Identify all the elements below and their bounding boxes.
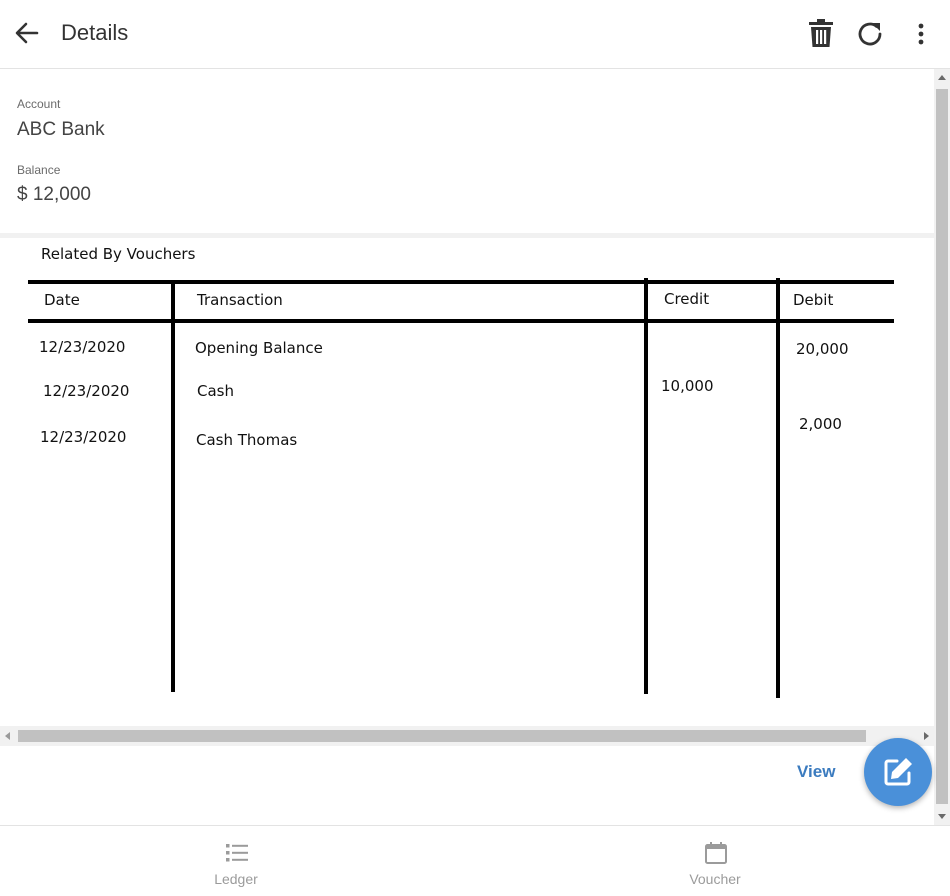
scroll-up-arrow[interactable] bbox=[938, 75, 946, 80]
page-title: Details bbox=[61, 20, 129, 45]
arrow-left-icon bbox=[15, 22, 39, 44]
list-icon bbox=[226, 844, 248, 862]
balance-label: Balance bbox=[17, 163, 61, 177]
app-bar: Details bbox=[0, 0, 950, 69]
row-3-transaction: Cash Thomas bbox=[196, 431, 298, 449]
row-2-date: 12/23/2020 bbox=[43, 382, 130, 400]
delete-button[interactable] bbox=[805, 17, 837, 51]
header-transaction: Transaction bbox=[197, 291, 283, 309]
row-1-debit: 20,000 bbox=[796, 340, 849, 358]
row-3-date: 12/23/2020 bbox=[40, 428, 127, 446]
back-button[interactable] bbox=[12, 18, 42, 48]
nav-voucher[interactable]: Voucher bbox=[655, 826, 775, 896]
row-1-date: 12/23/2020 bbox=[39, 338, 126, 356]
column-divider-3 bbox=[776, 278, 780, 698]
column-divider-1 bbox=[171, 282, 175, 692]
vouchers-heading: Related By Vouchers bbox=[41, 245, 196, 263]
trash-icon bbox=[809, 19, 833, 47]
refresh-button[interactable] bbox=[855, 17, 887, 51]
scroll-left-arrow[interactable] bbox=[5, 732, 10, 740]
vertical-scroll-thumb[interactable] bbox=[936, 89, 948, 804]
row-2-transaction: Cash bbox=[197, 382, 234, 400]
view-button[interactable]: View bbox=[797, 762, 835, 782]
header-debit: Debit bbox=[793, 291, 834, 309]
more-options-button[interactable] bbox=[905, 17, 937, 51]
horizontal-scrollbar[interactable] bbox=[0, 726, 934, 746]
details-content: Account ABC Bank Balance $ 12,000 Relate… bbox=[0, 69, 934, 825]
row-3-debit: 2,000 bbox=[799, 415, 842, 433]
header-date: Date bbox=[44, 291, 80, 309]
account-label: Account bbox=[17, 97, 61, 111]
edit-fab[interactable] bbox=[864, 738, 932, 806]
scroll-right-arrow[interactable] bbox=[924, 732, 929, 740]
bottom-navigation: Ledger Voucher bbox=[0, 825, 950, 896]
account-value: ABC Bank bbox=[17, 119, 105, 140]
scroll-down-arrow[interactable] bbox=[938, 814, 946, 819]
header-credit: Credit bbox=[664, 290, 710, 308]
balance-value: $ 12,000 bbox=[17, 184, 91, 205]
calendar-icon bbox=[705, 842, 727, 864]
vouchers-sketch: Related By Vouchers Date Transaction Cre… bbox=[0, 238, 934, 726]
column-divider-2 bbox=[644, 278, 648, 694]
refresh-icon bbox=[858, 22, 882, 46]
table-top-rule bbox=[28, 280, 894, 284]
edit-icon bbox=[884, 758, 912, 786]
row-1-transaction: Opening Balance bbox=[195, 339, 323, 357]
nav-ledger[interactable]: Ledger bbox=[176, 826, 296, 896]
vertical-scrollbar[interactable] bbox=[934, 69, 950, 825]
nav-voucher-label: Voucher bbox=[689, 871, 741, 887]
nav-ledger-label: Ledger bbox=[214, 871, 258, 887]
more-vertical-icon bbox=[918, 23, 924, 45]
table-header-rule bbox=[28, 319, 894, 323]
horizontal-scroll-thumb[interactable] bbox=[18, 730, 866, 742]
row-2-credit: 10,000 bbox=[661, 377, 714, 395]
